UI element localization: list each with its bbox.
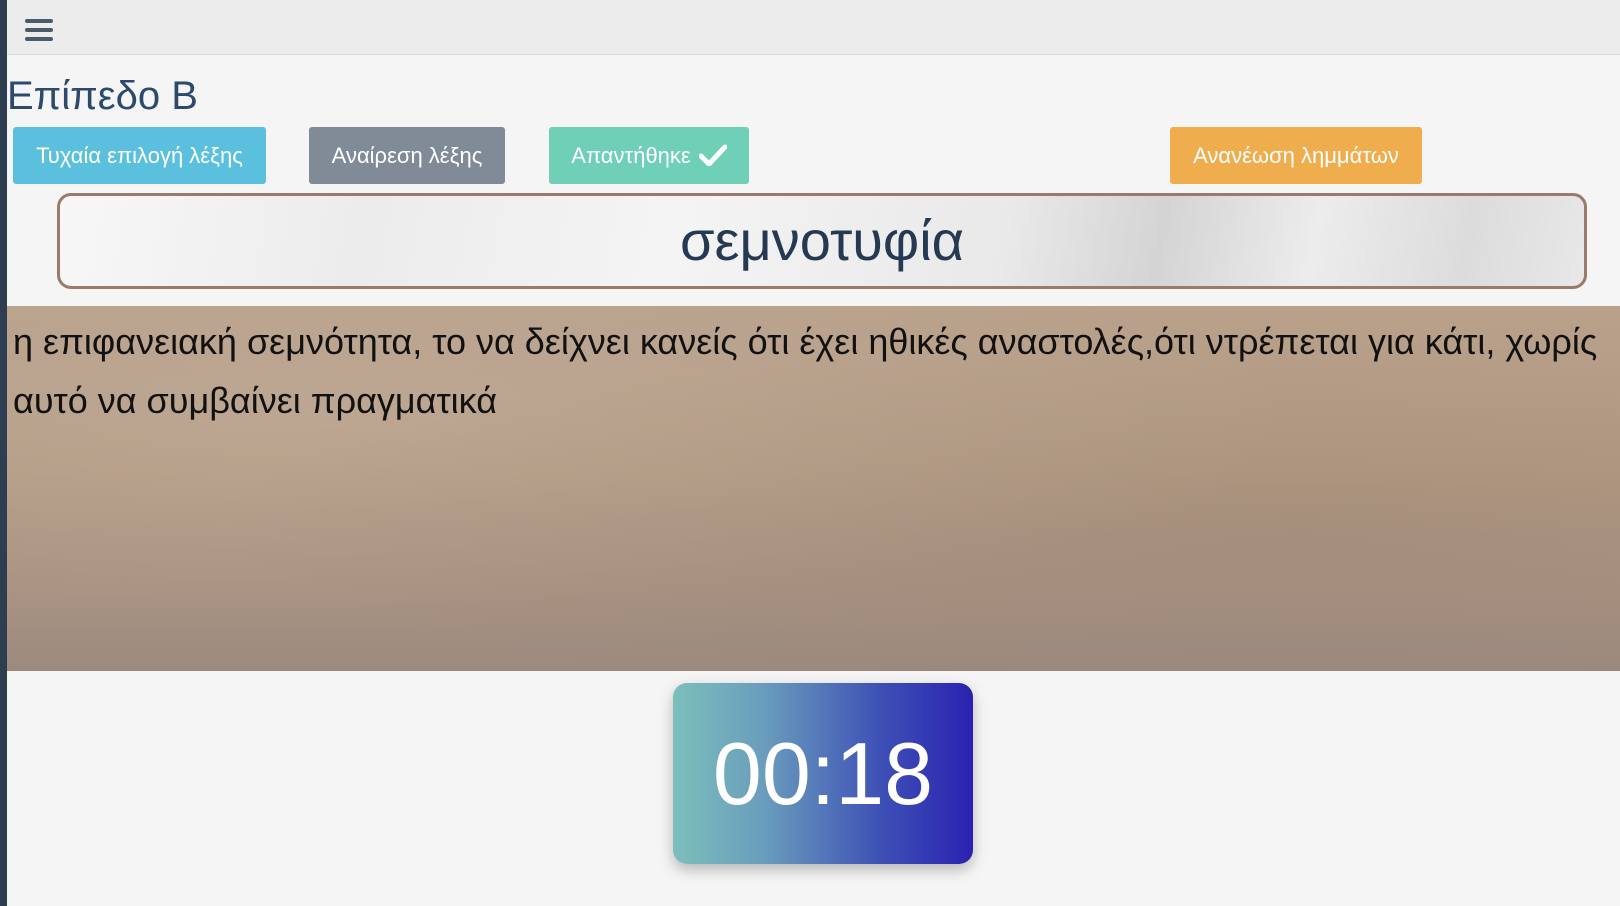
- checkmark-icon: [698, 130, 728, 187]
- random-word-button[interactable]: Τυχαία επιλογή λέξης: [13, 127, 266, 184]
- top-bar: [7, 0, 1620, 55]
- left-edge-strip: [0, 0, 7, 906]
- word-text: σεμνοτυφία: [679, 209, 965, 272]
- word-card: σεμνοτυφία: [57, 193, 1587, 289]
- undo-word-button[interactable]: Αναίρεση λέξης: [309, 127, 505, 184]
- countdown-timer: 00:18: [673, 683, 973, 864]
- timer-display: 00:18: [712, 723, 934, 823]
- answered-button-label: Απαντήθηκε: [571, 143, 691, 168]
- answered-button[interactable]: Απαντήθηκε: [549, 127, 749, 184]
- definition-text: η επιφανειακή σεμνότητα, το να δείχνει κ…: [13, 321, 1598, 421]
- definition-panel: η επιφανειακή σεμνότητα, το να δείχνει κ…: [7, 306, 1620, 671]
- level-title: Επίπεδο Β: [7, 74, 198, 118]
- hamburger-menu-icon[interactable]: [25, 19, 55, 45]
- refresh-entries-button[interactable]: Ανανέωση λημμάτων: [1170, 127, 1422, 184]
- page: Επίπεδο Β Τυχαία επιλογή λέξης Αναίρεση …: [0, 0, 1620, 906]
